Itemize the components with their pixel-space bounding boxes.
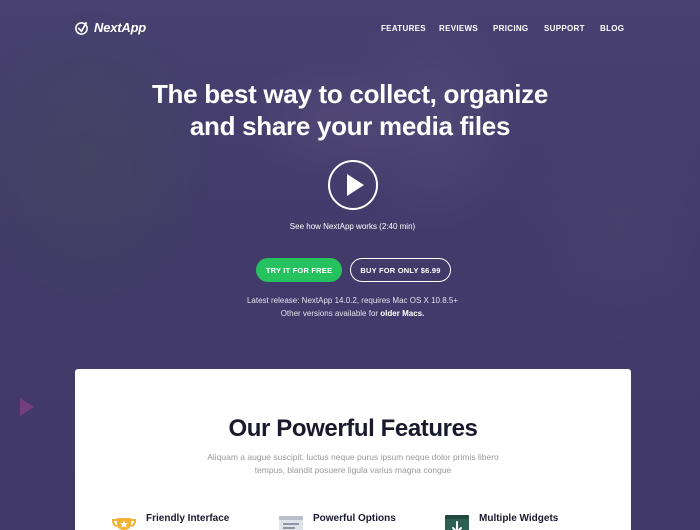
trophy-icon [111,518,137,530]
nav-item-pricing[interactable]: PRICING [493,24,528,33]
headline-line-2: and share your media files [189,111,511,141]
other-versions-prefix: Other versions available for [280,309,381,318]
logo-icon [75,21,88,35]
feature-multiple-widgets: Multiple Widgets [443,511,558,530]
nav-item-support[interactable]: SUPPORT [544,24,585,33]
video-caption: See how NextApp works (2:40 min) [289,222,416,231]
release-info: Latest release: NextApp 14.0.2, requires… [200,294,505,320]
features-panel: Our Powerful Features Aliquam a augue su… [75,369,631,530]
nav-item-features[interactable]: FEATURES [381,24,426,33]
hero-headline: The best way to collect, organize and sh… [100,78,600,142]
older-macs-link[interactable]: older Macs. [380,309,424,318]
nav-item-blog[interactable]: BLOG [600,24,624,33]
play-icon [347,174,364,196]
headline-line-1: The best way to collect, organize [151,79,549,109]
widgets-icon [445,515,469,530]
features-subtitle: Aliquam a augue suscipit, luctus neque p… [207,452,499,475]
brand-logo[interactable]: NextApp [74,20,146,35]
nav-item-reviews[interactable]: REVIEWS [439,24,478,33]
play-video-button[interactable] [328,160,378,210]
feature-title: Friendly Interface [146,513,230,524]
options-icon [279,516,303,530]
feature-friendly-interface: Friendly Interface [110,511,229,530]
decorative-triangle [20,398,34,416]
buy-button[interactable]: BUY FOR ONLY $6.99 [350,258,451,282]
feature-powerful-options: Powerful Options [277,511,396,530]
features-title: Our Powerful Features [228,415,478,442]
feature-title: Multiple Widgets [479,513,559,524]
release-text: Latest release: NextApp 14.0.2, requires… [246,296,458,305]
other-versions-line: Other versions available for older Macs. [200,307,505,320]
top-navigation-bar: NextApp FEATURES REVIEWS PRICING SUPPORT… [0,0,700,58]
try-free-button[interactable]: TRY IT FOR FREE [256,258,342,282]
feature-title: Powerful Options [313,513,396,524]
brand-name: NextApp [94,20,147,35]
